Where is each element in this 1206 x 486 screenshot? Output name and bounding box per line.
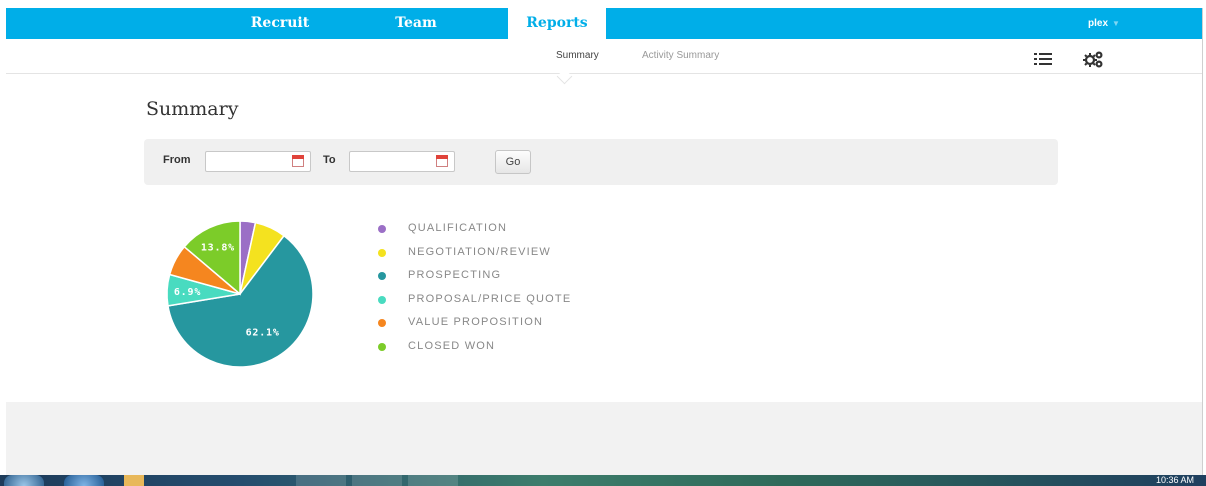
legend-swatch: [378, 225, 386, 233]
page-title: Summary: [146, 98, 239, 120]
list-view-icon[interactable]: [1034, 52, 1052, 66]
settings-gear-icon[interactable]: [1082, 50, 1104, 68]
from-date-input[interactable]: [205, 151, 311, 172]
calendar-icon[interactable]: [436, 155, 448, 167]
pie-data-label: 13.8%: [201, 242, 235, 253]
date-filter-panel: From To Go: [144, 139, 1058, 185]
legend-label: QUALIFICATION: [408, 222, 508, 234]
legend-label: VALUE PROPOSITION: [408, 316, 544, 328]
os-taskbar: 10:36 AM: [0, 475, 1206, 486]
taskbar-window-button[interactable]: [296, 475, 346, 486]
legend-swatch: [378, 342, 386, 351]
pie-data-label: 6.9%: [174, 287, 201, 298]
nav-recruit[interactable]: Recruit: [242, 8, 318, 39]
start-button[interactable]: [4, 475, 44, 486]
calendar-icon[interactable]: [292, 155, 304, 167]
legend-swatch: [378, 319, 386, 327]
sub-navigation-bar: Summary Activity Summary: [6, 39, 1202, 74]
pie-chart: 62.1% 6.9% 13.8%: [166, 220, 314, 367]
go-button[interactable]: Go: [495, 150, 531, 174]
subnav-summary[interactable]: Summary: [556, 39, 599, 73]
top-navigation-bar: Recruit Team Reports plex ▼: [6, 8, 1202, 39]
taskbar-window-button[interactable]: [352, 475, 402, 486]
taskbar-window-button[interactable]: [408, 475, 458, 486]
legend-swatch: [378, 248, 386, 257]
pie-data-label: 62.1%: [246, 327, 280, 338]
nav-team[interactable]: Team: [380, 8, 452, 39]
to-date-input[interactable]: [349, 151, 455, 172]
from-label: From: [163, 154, 191, 166]
to-label: To: [323, 154, 336, 166]
clock: 10:36 AM: [1155, 475, 1194, 485]
legend-swatch: [378, 295, 386, 304]
nav-reports[interactable]: Reports: [508, 8, 606, 39]
legend-label: PROSPECTING: [408, 269, 502, 281]
user-name: plex: [1088, 18, 1109, 29]
legend-label: PROPOSAL/PRICE QUOTE: [408, 292, 572, 305]
folder-taskbar-button[interactable]: [124, 475, 144, 486]
legend-swatch: [378, 272, 386, 280]
legend-label: CLOSED WON: [408, 339, 496, 352]
user-menu[interactable]: plex ▼: [1088, 8, 1120, 39]
browser-taskbar-button[interactable]: [64, 475, 104, 486]
subnav-activity-summary[interactable]: Activity Summary: [642, 39, 719, 73]
footer-band: [6, 402, 1202, 475]
legend-label: NEGOTIATION/REVIEW: [408, 245, 552, 258]
app-window: Recruit Team Reports plex ▼ Summary Activ…: [6, 8, 1203, 475]
chevron-down-icon: ▼: [1112, 19, 1120, 28]
